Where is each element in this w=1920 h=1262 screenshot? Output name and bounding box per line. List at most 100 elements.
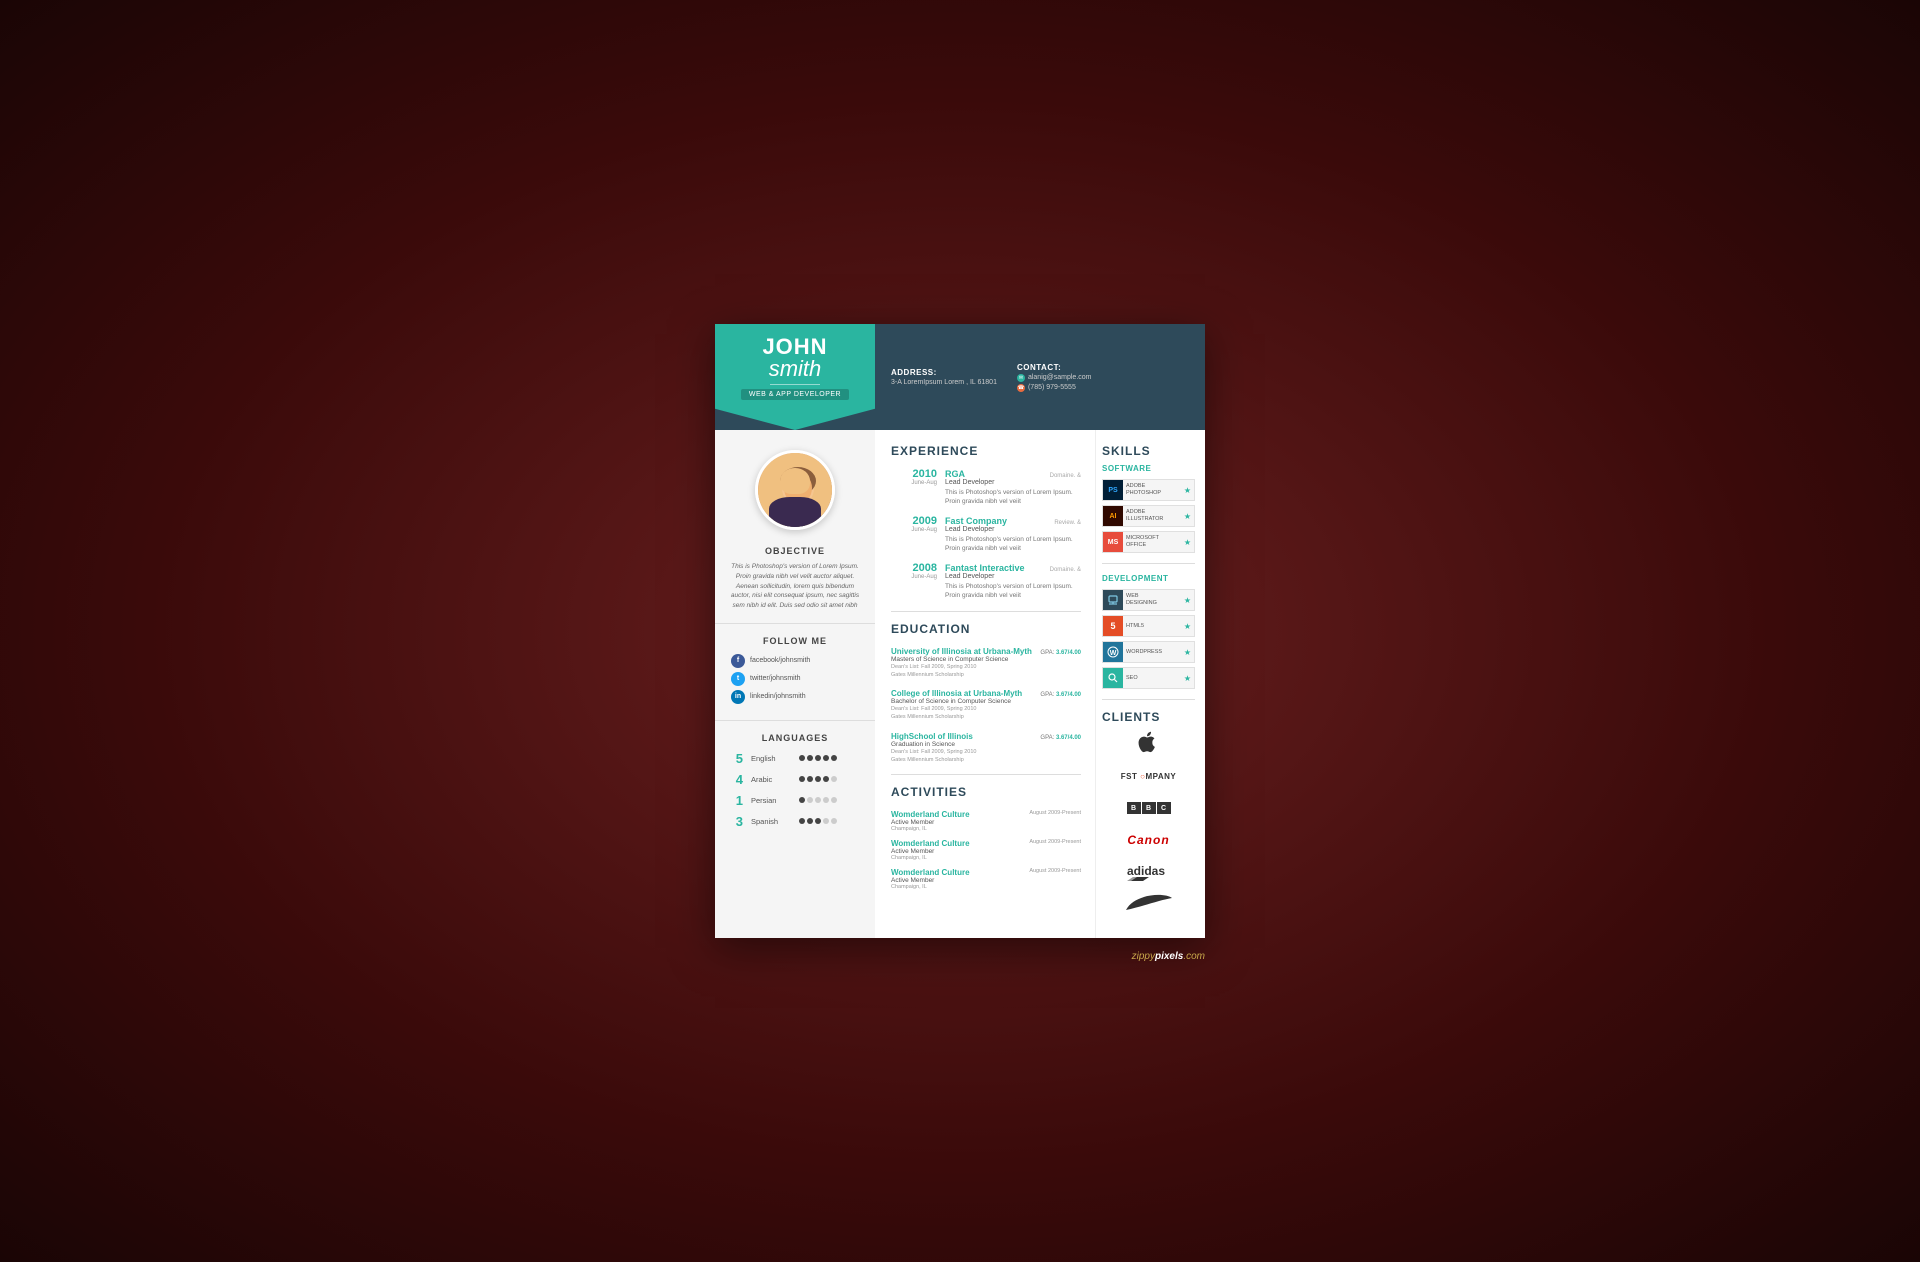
phone-item: ☎ (785) 979-5555 <box>1017 384 1092 392</box>
ms-icon: MS <box>1103 532 1123 552</box>
wp-name: WORDPRESS <box>1123 649 1184 656</box>
first-name: JOHN <box>762 336 827 358</box>
name-box: JOHN smith Web & App Developer <box>715 324 875 430</box>
ms-star: ★ <box>1184 538 1194 547</box>
ps-icon: PS <box>1103 480 1123 500</box>
activity-2: Womderland Culture Active Member Champai… <box>891 839 1081 861</box>
edu-act-divider <box>891 774 1081 775</box>
email-value: alanig@sample.com <box>1028 374 1092 381</box>
skills-title: SKILLS <box>1102 444 1195 458</box>
web-star: ★ <box>1184 596 1194 605</box>
svg-text:adidas: adidas <box>1127 864 1165 878</box>
exp-item-2009: 2009 June-Aug Fast Company Review. & Lea… <box>891 516 1081 553</box>
avatar <box>755 450 835 530</box>
avatar-face <box>758 453 832 527</box>
html-icon: 5 <box>1103 616 1123 636</box>
edu-item-university: University of Illinosia at Urbana-Myth G… <box>891 647 1081 680</box>
phone-value: (785) 979-5555 <box>1028 384 1076 391</box>
seo-star: ★ <box>1184 674 1194 683</box>
svg-text:W: W <box>1110 650 1117 657</box>
resume-header: JOHN smith Web & App Developer Address: … <box>715 324 1205 430</box>
social-linkedin[interactable]: in linkedin/johnsmith <box>715 690 875 704</box>
client-fast-company: FST ○MPANY <box>1102 764 1195 788</box>
skill-illustrator: AI ADOBEILLUSTRATOR ★ <box>1102 505 1195 527</box>
twitter-handle: twitter/johnsmith <box>750 675 801 682</box>
resume-wrapper: JOHN smith Web & App Developer Address: … <box>715 324 1205 938</box>
ai-icon: AI <box>1103 506 1123 526</box>
exp-item-2008: 2008 June-Aug Fantast Interactive Domain… <box>891 563 1081 600</box>
main-content: EXPERIENCE 2010 June-Aug RGA Domaine. & … <box>875 430 1095 938</box>
activities-title: ACTIVITIES <box>891 785 1081 802</box>
wp-icon: W <box>1103 642 1123 662</box>
skill-webdesign: WEBDESIGNING ★ <box>1102 589 1195 611</box>
social-twitter[interactable]: t twitter/johnsmith <box>715 672 875 686</box>
ms-name: MICROSOFTOFFICE <box>1123 535 1184 548</box>
header-contact: Address: 3-A LoremIpsum Lorem , IL 61801… <box>875 324 1205 430</box>
social-facebook[interactable]: f facebook/johnsmith <box>715 654 875 668</box>
sidebar: OBJECTIVE This is Photoshop's version of… <box>715 430 875 938</box>
experience-title: EXPERIENCE <box>891 444 1081 461</box>
divider-1 <box>715 623 875 624</box>
twitter-icon: t <box>731 672 745 686</box>
seo-name: SEO <box>1123 675 1184 682</box>
web-icon <box>1103 590 1123 610</box>
client-bbc: B B C <box>1102 796 1195 820</box>
phone-dot: ☎ <box>1017 384 1025 392</box>
client-nike <box>1102 892 1195 916</box>
objective-text: This is Photoshop's version of Lorem Ips… <box>715 562 875 611</box>
edu-item-highschool: HighSchool of Illinois GPA: 3.67/4.00 Gr… <box>891 732 1081 765</box>
lang-arabic: 4 Arabic <box>715 772 875 787</box>
resume-body: OBJECTIVE This is Photoshop's version of… <box>715 430 1205 938</box>
linkedin-icon: in <box>731 690 745 704</box>
skills-clients-divider <box>1102 699 1195 700</box>
exp-item-2010: 2010 June-Aug RGA Domaine. & Lead Develo… <box>891 469 1081 506</box>
client-apple <box>1102 732 1195 756</box>
development-title: DEVELOPMENT <box>1102 574 1195 583</box>
client-canon: Canon <box>1102 828 1195 852</box>
seo-icon <box>1103 668 1123 688</box>
lang-persian: 1 Persian <box>715 793 875 808</box>
education-title: EDUCATION <box>891 622 1081 639</box>
skill-seo: SEO ★ <box>1102 667 1195 689</box>
edu-item-college: College of Illinosia at Urbana-Myth GPA:… <box>891 689 1081 722</box>
email-item: ✉ alanig@sample.com <box>1017 374 1092 382</box>
exp-edu-divider <box>891 611 1081 612</box>
name-divider <box>770 384 820 385</box>
skill-photoshop: PS ADOBEPHOTOSHOP ★ <box>1102 479 1195 501</box>
wp-star: ★ <box>1184 648 1194 657</box>
ps-star: ★ <box>1184 486 1194 495</box>
skill-html5: 5 HTML5 ★ <box>1102 615 1195 637</box>
ps-name: ADOBEPHOTOSHOP <box>1123 483 1184 496</box>
web-name: WEBDESIGNING <box>1123 593 1184 606</box>
activity-3: Womderland Culture Active Member Champai… <box>891 868 1081 890</box>
html-name: HTML5 <box>1123 623 1184 630</box>
follow-me-title: FOLLOW ME <box>763 636 827 646</box>
address-block: Address: 3-A LoremIpsum Lorem , IL 61801 <box>891 368 997 386</box>
html-star: ★ <box>1184 622 1194 631</box>
ai-name: ADOBEILLUSTRATOR <box>1123 509 1184 522</box>
resume-document: JOHN smith Web & App Developer Address: … <box>715 324 1205 938</box>
exp-date-2010: 2010 June-Aug <box>891 469 937 506</box>
software-title: SOFTWARE <box>1102 464 1195 473</box>
facebook-handle: facebook/johnsmith <box>750 657 810 664</box>
skill-msoffice: MS MICROSOFTOFFICE ★ <box>1102 531 1195 553</box>
address-label: Address: <box>891 368 997 377</box>
contact-block: Contact: ✉ alanig@sample.com ☎ (785) 979… <box>1017 363 1092 392</box>
objective-title: OBJECTIVE <box>765 546 825 556</box>
lang-spanish: 3 Spanish <box>715 814 875 829</box>
linkedin-handle: linkedin/johnsmith <box>750 693 806 700</box>
facebook-icon: f <box>731 654 745 668</box>
clients-title: CLIENTS <box>1102 710 1195 724</box>
watermark: zippypixels.com <box>1132 951 1205 962</box>
email-dot: ✉ <box>1017 374 1025 382</box>
lang-english: 5 English <box>715 751 875 766</box>
ai-star: ★ <box>1184 512 1194 521</box>
exp-date-2008: 2008 June-Aug <box>891 563 937 600</box>
activity-1: Womderland Culture Active Member Champai… <box>891 810 1081 832</box>
job-title: Web & App Developer <box>741 389 849 400</box>
client-adidas: adidas <box>1102 860 1195 884</box>
right-column: SKILLS SOFTWARE PS ADOBEPHOTOSHOP ★ AI A… <box>1095 430 1205 938</box>
software-dev-divider <box>1102 563 1195 564</box>
address-value: 3-A LoremIpsum Lorem , IL 61801 <box>891 379 997 386</box>
last-name: smith <box>769 358 822 380</box>
